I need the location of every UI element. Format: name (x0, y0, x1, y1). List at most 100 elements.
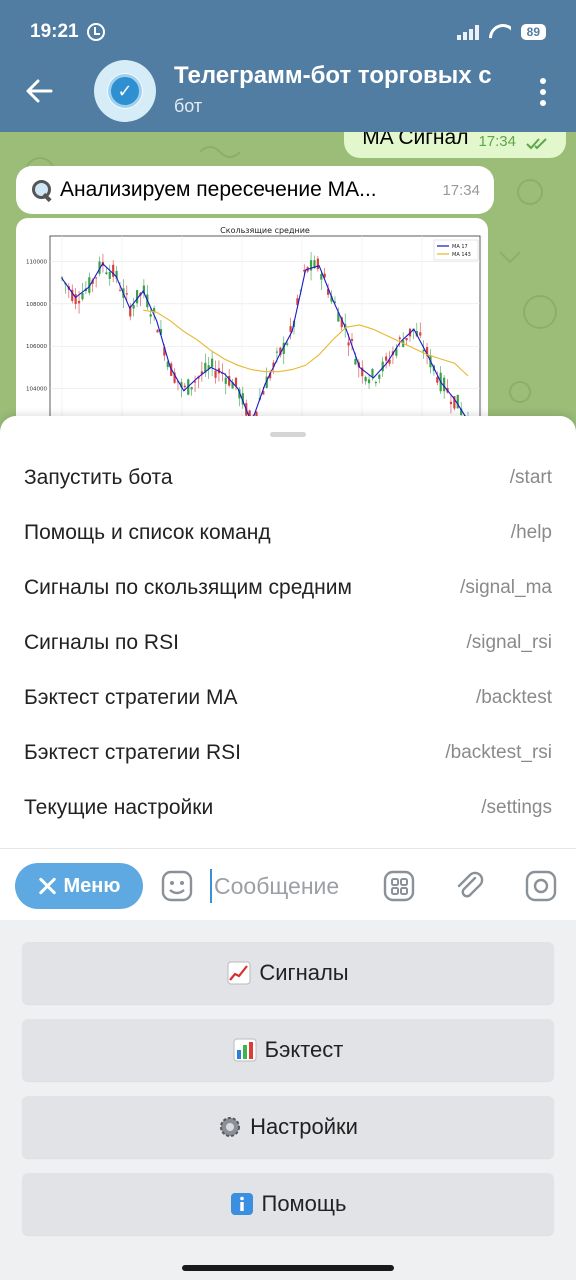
battery-icon: 89 (520, 24, 546, 40)
wifi-icon (489, 24, 511, 40)
candle-body (74, 294, 77, 304)
chat-history[interactable]: MA Сигнал 17:34 Анализируем пересечение … (0, 132, 576, 432)
command-description: Запустить бота (24, 465, 173, 489)
candle-body (190, 387, 193, 390)
bar-chart-icon (233, 1038, 257, 1062)
candle-body (275, 351, 279, 353)
y-tick-label: 110000 (26, 259, 47, 265)
candle-body (135, 290, 139, 304)
sheet-handle[interactable] (270, 432, 306, 437)
attach-icon[interactable] (453, 869, 487, 903)
command-name: /backtest (475, 686, 552, 708)
bot-commands-sheet: Запустить бота/start Помощь и список кома… (0, 416, 576, 848)
message-text: Анализируем пересечение MA... (60, 178, 377, 201)
command-item[interactable]: Помощь и список команд/help (0, 505, 576, 560)
command-item[interactable]: Запустить бота/start (0, 450, 576, 505)
menu-label: Меню (63, 874, 121, 897)
chat-title[interactable]: Телеграмм-бот торговых с (174, 62, 504, 90)
candle-body (183, 385, 186, 388)
command-description: Бэктест стратегии MA (24, 685, 238, 709)
settings-button[interactable]: Настройки (22, 1096, 554, 1158)
back-arrow-icon[interactable] (24, 76, 54, 106)
candle-body (316, 258, 319, 270)
candle-body (419, 332, 422, 336)
signals-button[interactable]: Сигналы (22, 942, 554, 1004)
candle-body (436, 377, 439, 383)
camera-icon[interactable] (524, 869, 558, 903)
command-name: /signal_rsi (466, 631, 552, 653)
candle-body (367, 379, 371, 384)
candle-body (224, 377, 227, 384)
info-icon (230, 1193, 253, 1215)
candle-body (81, 293, 84, 300)
close-icon (38, 877, 56, 895)
chat-header: 19:21 89 ✓ Телеграмм-бот торговых с бот (0, 0, 576, 132)
chat-subtitle: бот (174, 96, 203, 116)
candle-body (347, 342, 350, 346)
y-tick-label: 104000 (26, 387, 47, 393)
chart-image-message[interactable]: Скользящие средние 110000 108000 106000 104… (16, 218, 488, 432)
candle-body (105, 272, 108, 275)
message-input-bar: Меню (0, 848, 576, 920)
command-item[interactable]: Сигналы по скользящим средним/signal_ma (0, 560, 576, 615)
candle-body (286, 343, 289, 345)
reply-keyboard: Сигналы Бэктест Настройки Помощь (0, 920, 576, 1280)
alarm-icon (86, 23, 105, 41)
sticker-icon[interactable] (160, 869, 194, 903)
candle-body (405, 338, 408, 341)
command-name: /help (510, 521, 552, 543)
bot-avatar[interactable]: ✓ (94, 60, 156, 122)
status-bar: 19:21 89 (30, 18, 546, 46)
chart-legend: MA 17 MA 143 (433, 239, 479, 261)
magnifier-icon (30, 179, 52, 201)
gear-icon (220, 1117, 241, 1137)
more-options-icon[interactable] (540, 78, 548, 106)
home-indicator[interactable] (182, 1265, 394, 1271)
candle-body (374, 381, 377, 384)
candle-body (132, 305, 135, 309)
signals-label: Сигналы (259, 960, 349, 985)
help-button[interactable]: Помощь (22, 1173, 554, 1235)
outgoing-message[interactable]: MA Сигнал 17:34 (344, 132, 566, 158)
candle-body (108, 271, 111, 279)
legend-label: MA 17 (452, 244, 468, 250)
message-time: 17:34 (442, 181, 480, 199)
y-tick-label: 108000 (26, 302, 47, 308)
read-check-icon (526, 138, 547, 150)
command-item[interactable]: Бэктест стратегии MA/backtest (0, 670, 576, 725)
bot-keyboard-icon[interactable] (382, 869, 416, 903)
command-description: Текущие настройки (24, 795, 214, 819)
command-item[interactable]: Сигналы по RSI/signal_rsi (0, 615, 576, 670)
backtest-button[interactable]: Бэктест (22, 1019, 554, 1081)
candle-body (60, 277, 64, 279)
candle-body (385, 356, 388, 361)
candle-body (378, 374, 381, 379)
chart-increasing-icon (227, 961, 251, 985)
command-description: Сигналы по скользящим средним (24, 575, 352, 599)
plot-frame (49, 235, 481, 432)
candle-body (398, 337, 401, 340)
command-item[interactable]: Текущие настройки/settings (0, 780, 576, 835)
candle-body (354, 358, 357, 365)
command-description: Сигналы по RSI (24, 630, 179, 654)
command-name: /backtest_rsi (445, 741, 552, 763)
settings-label: Настройки (250, 1114, 358, 1139)
message-text: MA Сигнал (362, 132, 469, 149)
checkmark-icon: ✓ (108, 74, 142, 108)
candle-body (211, 358, 214, 368)
command-description: Помощь и список команд (24, 520, 271, 544)
candle-body (289, 326, 292, 332)
chart-title: Скользящие средние (220, 226, 310, 235)
candle-body (149, 314, 152, 317)
menu-button[interactable]: Меню (15, 863, 143, 909)
message-time: 17:34 (478, 133, 516, 150)
command-name: /signal_ma (460, 576, 552, 598)
incoming-message[interactable]: Анализируем пересечение MA... 17:34 (16, 166, 494, 214)
help-label: Помощь (261, 1191, 347, 1216)
candle-body (77, 300, 81, 304)
command-item[interactable]: Бэктест стратегии RSI/backtest_rsi (0, 725, 576, 780)
y-tick-label: 106000 (26, 344, 47, 350)
candle-body (350, 338, 354, 341)
candle-body (364, 376, 367, 382)
message-input[interactable] (210, 869, 370, 903)
